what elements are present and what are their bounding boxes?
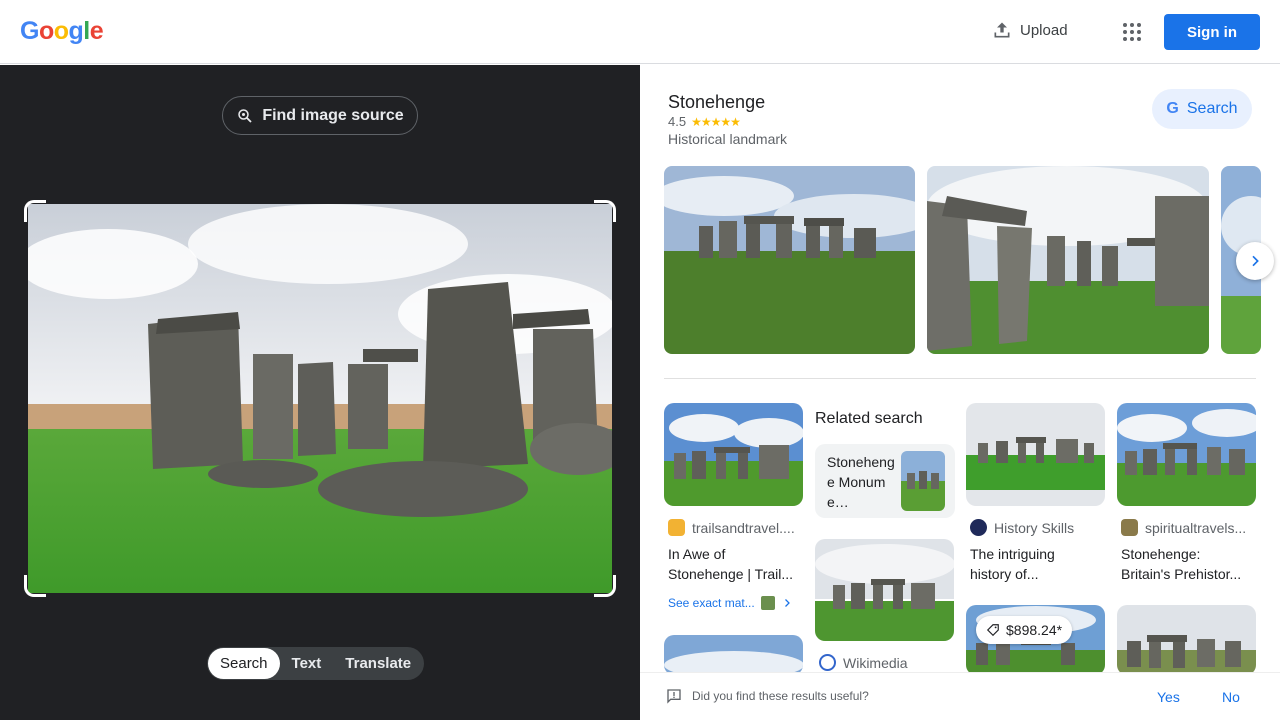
result-source-4[interactable]: Wikimedia — [819, 654, 959, 671]
logo-letter: e — [89, 17, 104, 45]
image-viewer-pane: Find image source Search Text Translate — [0, 65, 640, 720]
crop-selection[interactable] — [24, 200, 616, 597]
see-exact-matches-link[interactable]: See exact mat... — [668, 596, 793, 610]
result-source-4-label: Wikimedia — [843, 654, 908, 671]
result-caption-1-line-1: In Awe of — [668, 546, 726, 562]
rating: 4.5 ★★★★★ — [668, 114, 741, 129]
crop-handle-top-left[interactable] — [24, 200, 46, 222]
result-caption-3-line-1: Stonehenge: — [1121, 546, 1201, 562]
result-image-7[interactable] — [1117, 605, 1256, 675]
mode-search-tab[interactable]: Search — [208, 648, 280, 679]
spiritualtravels-favicon-icon — [1121, 519, 1138, 536]
rating-stars-icon: ★★★★★ — [691, 114, 741, 129]
price-tag-icon — [986, 624, 999, 637]
mode-switcher: Search Text Translate — [207, 647, 425, 680]
result-source-2-label: History Skills — [994, 519, 1075, 536]
lens-search-icon — [238, 108, 252, 123]
feedback-icon — [667, 689, 681, 704]
history-skills-favicon-icon — [970, 519, 987, 536]
rating-value: 4.5 — [668, 114, 687, 129]
chevron-right-icon — [784, 599, 790, 607]
result-caption-3[interactable]: Stonehenge: Britain's Prehistor... — [1121, 544, 1257, 584]
logo-letter: o — [38, 17, 54, 45]
result-source-3-label: spiritualtravels... — [1145, 519, 1247, 536]
knowledge-image-2[interactable] — [927, 166, 1209, 354]
knowledge-search-label: Search — [1186, 100, 1238, 117]
upload-label: Upload — [1020, 21, 1068, 39]
result-caption-3-line-2: Britain's Prehistor... — [1121, 566, 1242, 582]
knowledge-image-1[interactable] — [664, 166, 915, 354]
mode-text-tab[interactable]: Text — [280, 648, 334, 679]
result-source-1-label: trailsandtravel.... — [692, 519, 795, 536]
price-label: $898.24* — [1006, 622, 1063, 638]
related-search-card[interactable]: Stonehenge Monume… — [815, 444, 955, 518]
result-caption-2-line-1: The intriguing — [970, 546, 1055, 562]
upload-button[interactable]: Upload — [992, 20, 1068, 40]
mode-translate-tab[interactable]: Translate — [333, 648, 423, 679]
knowledge-search-button[interactable]: G Search — [1152, 89, 1252, 129]
related-search-title: Related search — [815, 410, 923, 427]
top-bar: Google Upload Sign in — [0, 0, 1280, 64]
result-image-3[interactable] — [966, 403, 1105, 506]
feedback-bar: Did you find these results useful? Yes N… — [640, 672, 1280, 720]
logo-letter: G — [20, 17, 39, 45]
upload-icon — [994, 22, 1010, 38]
result-image-1[interactable] — [664, 403, 803, 506]
result-image-2[interactable] — [815, 539, 954, 641]
result-source-3[interactable]: spiritualtravels... — [1121, 519, 1261, 536]
knowledge-panel-title[interactable]: Stonehenge — [668, 92, 765, 113]
sign-in-button[interactable]: Sign in — [1164, 14, 1260, 50]
result-image-5[interactable] — [664, 635, 803, 675]
crop-handle-bottom-right[interactable] — [594, 575, 616, 597]
apps-grid-icon[interactable] — [1120, 20, 1144, 44]
wikimedia-favicon-icon — [819, 654, 836, 671]
feedback-question: Did you find these results useful? — [666, 688, 869, 704]
result-source-1[interactable]: trailsandtravel.... — [668, 519, 808, 536]
feedback-no-button[interactable]: No — [1222, 689, 1240, 705]
result-source-2[interactable]: History Skills — [970, 519, 1110, 536]
carousel-next-button[interactable] — [1236, 242, 1274, 280]
chevron-right-icon — [1252, 255, 1259, 267]
feedback-yes-button[interactable]: Yes — [1157, 689, 1180, 705]
google-g-icon: G — [1166, 100, 1179, 117]
feedback-question-label: Did you find these results useful? — [692, 689, 869, 703]
price-badge: $898.24* — [976, 616, 1073, 644]
find-image-source-button[interactable]: Find image source — [222, 96, 418, 135]
result-caption-2[interactable]: The intriguing history of... — [970, 544, 1106, 584]
exact-match-thumbnail-icon — [760, 596, 775, 610]
stonehenge-photo — [28, 204, 612, 593]
trailsandtravel-favicon-icon — [668, 519, 685, 536]
knowledge-panel-type: Historical landmark — [668, 131, 788, 147]
result-caption-1[interactable]: In Awe of Stonehenge | Trail... — [668, 544, 804, 584]
result-caption-1-line-2: Stonehenge | Trail... — [668, 566, 794, 582]
see-exact-matches-label: See exact mat... — [668, 596, 755, 610]
result-caption-2-line-2: history of... — [970, 566, 1039, 582]
result-image-4[interactable] — [1117, 403, 1256, 506]
logo-letter: o — [53, 17, 69, 45]
section-divider — [664, 378, 1256, 379]
related-search-label: Stonehenge Monume… — [827, 454, 895, 510]
logo-letter: g — [68, 17, 84, 45]
google-logo[interactable]: Google — [20, 17, 104, 46]
related-search-thumbnail — [901, 451, 945, 511]
crop-handle-bottom-left[interactable] — [24, 575, 46, 597]
crop-handle-top-right[interactable] — [594, 200, 616, 222]
find-image-source-label: Find image source — [262, 106, 404, 124]
results-pane: Stonehenge 4.5 ★★★★★ Historical landmark… — [640, 65, 1280, 720]
